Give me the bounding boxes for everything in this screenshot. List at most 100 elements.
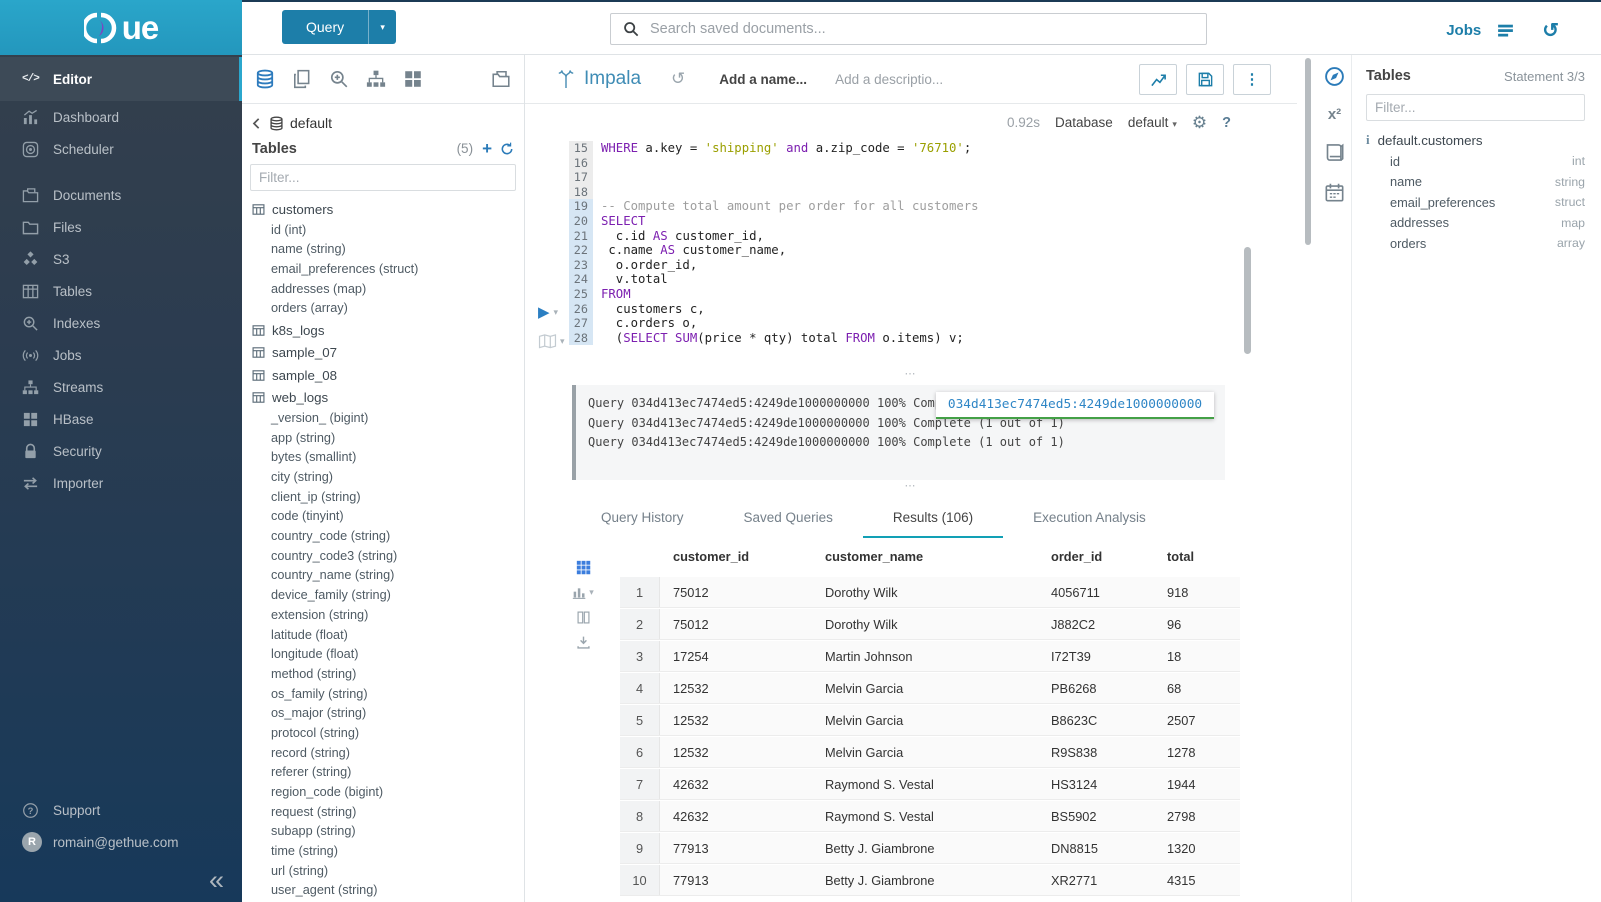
documents-copy-icon[interactable]	[292, 69, 312, 89]
editor-scrollbar[interactable]	[1244, 247, 1251, 354]
column-item[interactable]: code (tinyint)	[242, 507, 524, 527]
sidebar-item-streams[interactable]: Streams	[0, 371, 242, 403]
assist-column-name[interactable]: namestring	[1366, 172, 1585, 193]
jobs-list-icon[interactable]	[1496, 21, 1515, 40]
column-item[interactable]: country_code3 (string)	[242, 547, 524, 567]
sidebar-item-security[interactable]: Security	[0, 435, 242, 467]
schedule-calendar-icon[interactable]	[1324, 182, 1345, 203]
sidebar-item-editor[interactable]: </>Editor	[0, 57, 242, 101]
hue-logo[interactable]: ue	[0, 0, 242, 55]
column-item[interactable]: device_family (string)	[242, 586, 524, 606]
column-item[interactable]: _version_ (bigint)	[242, 409, 524, 429]
refresh-icon[interactable]	[500, 142, 514, 156]
sidebar-item-tables[interactable]: Tables	[0, 275, 242, 307]
zoom-in-icon[interactable]	[329, 69, 349, 89]
column-header-customer-id[interactable]: customer_id	[660, 549, 812, 564]
help-icon[interactable]: ?	[1222, 115, 1231, 131]
sidebar-item-scheduler[interactable]: Scheduler	[0, 133, 242, 165]
tab-saved-queries[interactable]: Saved Queries	[714, 498, 863, 538]
search-input[interactable]	[648, 20, 1206, 38]
tab-results-106-[interactable]: Results (106)	[863, 498, 1003, 538]
column-item[interactable]: referer (string)	[242, 763, 524, 783]
query-description-field[interactable]: Add a descriptio...	[835, 72, 943, 87]
column-item[interactable]: email_preferences (struct)	[242, 260, 524, 280]
sidebar-item-indexes[interactable]: Indexes	[0, 307, 242, 339]
column-item[interactable]: id (int)	[242, 221, 524, 241]
column-item[interactable]: os_family (string)	[242, 685, 524, 705]
table-filter-input[interactable]	[250, 164, 516, 191]
column-item[interactable]: url (string)	[242, 862, 524, 882]
assist-column-orders[interactable]: ordersarray	[1366, 233, 1585, 254]
column-item[interactable]: client_ip (string)	[242, 488, 524, 508]
resize-handle-top[interactable]: ⋯	[525, 371, 1297, 381]
sidebar-collapse-button[interactable]: «	[209, 867, 224, 894]
column-item[interactable]: country_name (string)	[242, 566, 524, 586]
more-actions-button[interactable]: ⋮	[1233, 64, 1271, 95]
assist-column-addresses[interactable]: addressesmap	[1366, 213, 1585, 234]
column-item[interactable]: method (string)	[242, 665, 524, 685]
column-header-order-id[interactable]: order_id	[1038, 549, 1154, 564]
assist-filter-input[interactable]	[1366, 94, 1585, 121]
column-header-customer-name[interactable]: customer_name	[812, 549, 1038, 564]
current-database[interactable]: default	[290, 115, 332, 131]
sql-code-editor[interactable]: 15WHERE a.key = 'shipping' and a.zip_cod…	[525, 141, 1297, 391]
sidebar-item-jobs[interactable]: Jobs	[0, 339, 242, 371]
jobs-link[interactable]: Jobs	[1446, 22, 1481, 39]
columns-view-icon[interactable]	[576, 610, 591, 625]
column-item[interactable]: orders (array)	[242, 299, 524, 319]
apps-grid-icon[interactable]	[403, 69, 423, 89]
new-query-dropdown[interactable]: ▾	[368, 10, 396, 44]
column-item[interactable]: extension (string)	[242, 606, 524, 626]
assist-compass-icon[interactable]	[1324, 66, 1345, 87]
table-item-k8s-logs[interactable]: k8s_logs	[242, 319, 524, 342]
sidebar-item-support[interactable]: ?Support	[0, 794, 242, 826]
tab-query-history[interactable]: Query History	[571, 498, 714, 538]
table-row[interactable]: 612532Melvin GarciaR9S8381278	[620, 737, 1240, 768]
column-item[interactable]: request (string)	[242, 803, 524, 823]
column-item[interactable]: region_code (bigint)	[242, 783, 524, 803]
assist-active-table[interactable]: i default.customers	[1366, 132, 1585, 148]
sidebar-item-dashboard[interactable]: Dashboard	[0, 101, 242, 133]
column-item[interactable]: os_major (string)	[242, 704, 524, 724]
table-item-customers[interactable]: customers	[242, 198, 524, 221]
column-header-total[interactable]: total	[1154, 549, 1240, 564]
column-item[interactable]: user_agent (string)	[242, 881, 524, 901]
table-row[interactable]: 275012Dorothy WilkJ882C296	[620, 609, 1240, 640]
resize-handle-bottom[interactable]: ⋯	[525, 483, 1297, 493]
settings-gear-icon[interactable]: ⚙	[1192, 113, 1207, 133]
tab-execution-analysis[interactable]: Execution Analysis	[1003, 498, 1176, 538]
sitemap-icon[interactable]	[366, 69, 386, 89]
query-history-icon[interactable]: ↺	[1542, 18, 1559, 43]
column-item[interactable]: record (string)	[242, 744, 524, 764]
table-row[interactable]: 977913Betty J. GiambroneDN88151320	[620, 833, 1240, 864]
table-row[interactable]: 1077913Betty J. GiambroneXR27714315	[620, 865, 1240, 896]
column-item[interactable]: app (string)	[242, 429, 524, 449]
grid-view-icon[interactable]	[576, 560, 591, 575]
column-item[interactable]: city (string)	[242, 468, 524, 488]
column-item[interactable]: time (string)	[242, 842, 524, 862]
add-table-icon[interactable]: +	[482, 140, 492, 157]
chart-button[interactable]	[1139, 64, 1177, 95]
sidebar-item-hbase[interactable]: HBase	[0, 403, 242, 435]
column-item[interactable]: country_code (string)	[242, 527, 524, 547]
table-row[interactable]: 412532Melvin GarciaPB626868	[620, 673, 1240, 704]
column-item[interactable]: protocol (string)	[242, 724, 524, 744]
column-item[interactable]: name (string)	[242, 240, 524, 260]
column-item[interactable]: latitude (float)	[242, 626, 524, 646]
sidebar-item-documents[interactable]: Documents	[0, 179, 242, 211]
functions-icon[interactable]: x²	[1328, 106, 1341, 123]
page-scrollbar[interactable]	[1305, 58, 1311, 245]
chart-view-icon[interactable]: ▾	[572, 585, 594, 600]
query-name-field[interactable]: Add a name...	[719, 72, 807, 87]
column-item[interactable]: bytes (smallint)	[242, 448, 524, 468]
save-button[interactable]	[1186, 64, 1224, 95]
execute-button[interactable]: ▶ ▾	[538, 305, 558, 320]
open-folder-icon[interactable]	[491, 69, 511, 89]
table-row[interactable]: 317254Martin JohnsonI72T3918	[620, 641, 1240, 672]
assist-column-id[interactable]: idint	[1366, 151, 1585, 172]
back-chevron-icon[interactable]	[250, 117, 263, 130]
database-selector[interactable]: default▾	[1128, 115, 1177, 130]
databases-icon[interactable]	[255, 69, 275, 89]
sidebar-item-s3[interactable]: S3	[0, 243, 242, 275]
table-row[interactable]: 175012Dorothy Wilk4056711918	[620, 577, 1240, 608]
